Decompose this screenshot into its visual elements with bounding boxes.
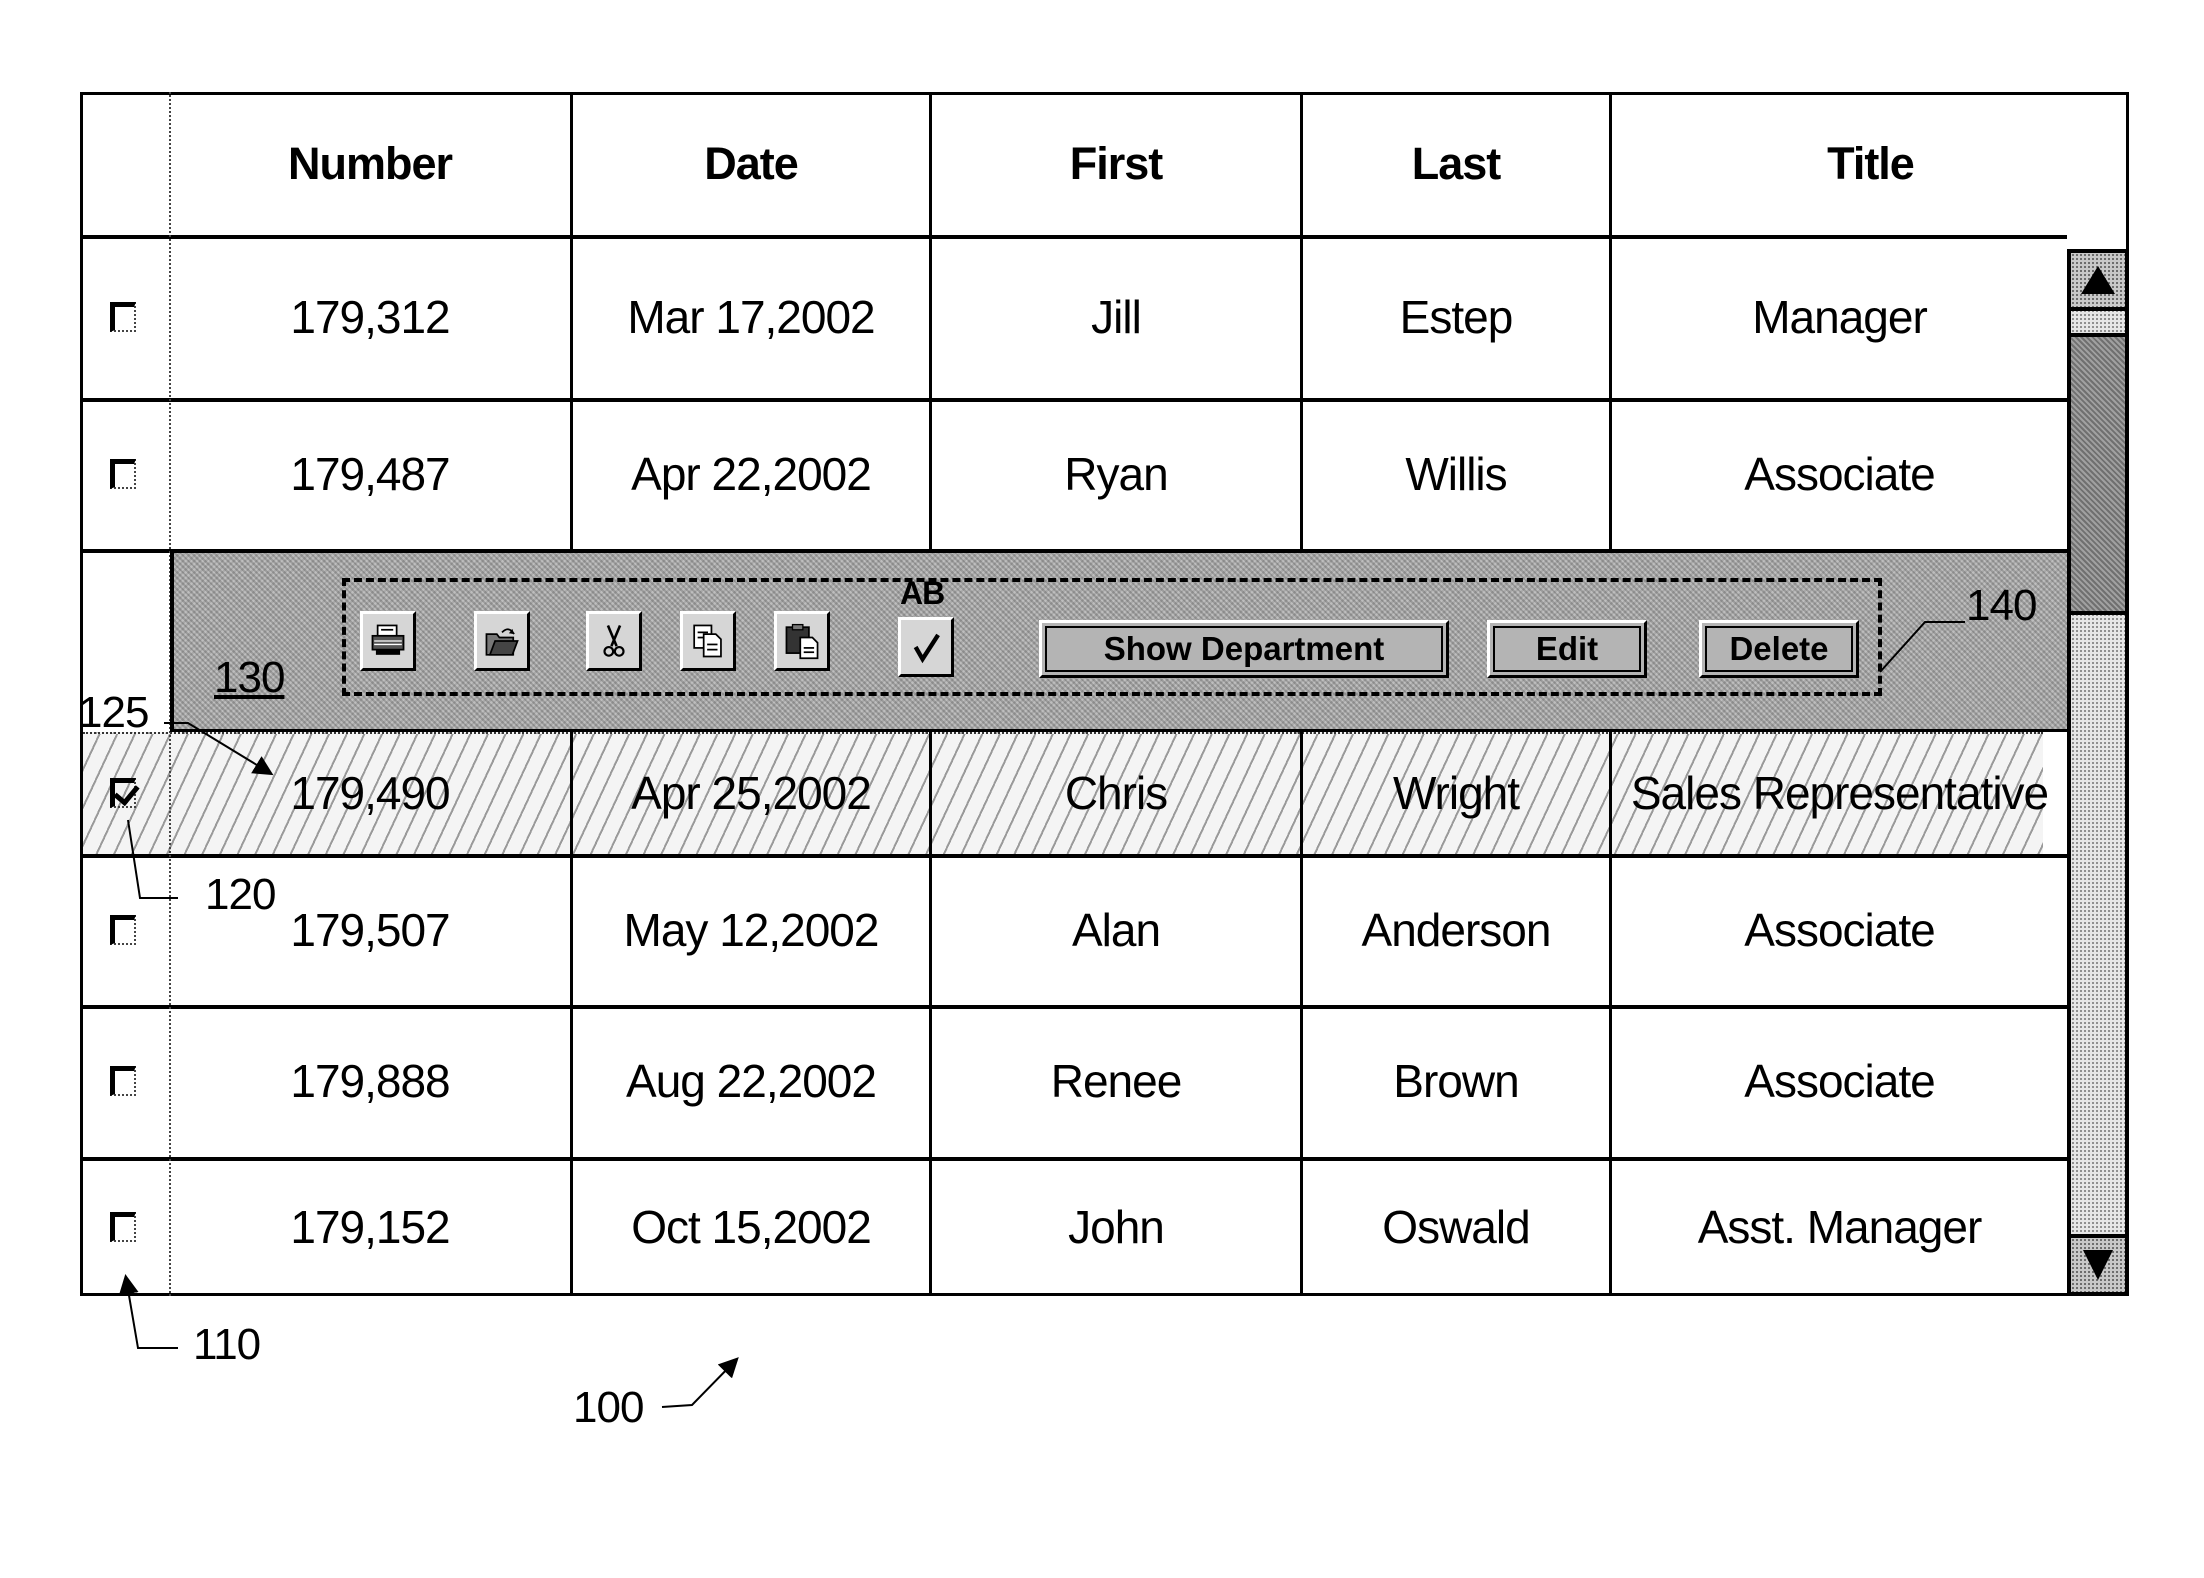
print-icon[interactable] bbox=[360, 611, 416, 671]
cell-last: Wright bbox=[1392, 767, 1520, 819]
scroll-up-button[interactable] bbox=[2071, 253, 2125, 311]
checkbox-reference-label: 120 bbox=[205, 870, 276, 919]
column-header-title[interactable]: Title bbox=[1612, 92, 2129, 235]
column-header-date[interactable]: Date bbox=[573, 92, 929, 235]
cell-title: Asst. Manager bbox=[1697, 1200, 1983, 1253]
cell-first: Jill bbox=[1091, 290, 1142, 343]
cell-date: Apr 22,2002 bbox=[631, 447, 872, 500]
cell-last: Estep bbox=[1399, 290, 1514, 343]
selected-row-reference-label: 125 bbox=[78, 688, 149, 737]
cell-number: 179,487 bbox=[290, 447, 450, 500]
show-department-button[interactable]: Show Department bbox=[1039, 620, 1449, 678]
row-checkbox[interactable] bbox=[110, 458, 136, 489]
column-header-first[interactable]: First bbox=[932, 92, 1300, 235]
cell-date: May 12,2002 bbox=[623, 903, 880, 956]
cell-last: Anderson bbox=[1361, 903, 1552, 956]
cut-icon[interactable] bbox=[586, 611, 642, 671]
row-checkbox[interactable] bbox=[110, 1211, 136, 1242]
cell-first: Renee bbox=[1050, 1055, 1183, 1107]
cell-last: Oswald bbox=[1382, 1200, 1530, 1253]
row-checkbox[interactable] bbox=[110, 778, 136, 808]
cell-date: Mar 17,2002 bbox=[627, 290, 875, 343]
cell-title: Associate bbox=[1744, 903, 1935, 956]
open-folder-icon[interactable] bbox=[474, 611, 530, 671]
cell-first: Chris bbox=[1064, 767, 1168, 819]
edit-button[interactable]: Edit bbox=[1487, 620, 1647, 678]
cell-title: Manager bbox=[1752, 290, 1928, 343]
cell-last: Willis bbox=[1405, 447, 1507, 500]
spell-check-label: AB bbox=[900, 575, 945, 611]
row-checkbox[interactable] bbox=[110, 301, 136, 332]
vertical-scrollbar[interactable] bbox=[2067, 249, 2129, 1296]
spell-check-icon[interactable] bbox=[898, 617, 954, 677]
checkbox-column-reference-label: 110 bbox=[193, 1320, 261, 1369]
cell-date: Aug 22,2002 bbox=[626, 1055, 877, 1107]
scroll-down-button[interactable] bbox=[2071, 1234, 2125, 1292]
cell-first: Ryan bbox=[1064, 447, 1168, 500]
cell-number: 179,888 bbox=[290, 1055, 450, 1107]
toolbar-reference-label: 130 bbox=[214, 653, 285, 702]
scrollbar-thumb[interactable] bbox=[2071, 333, 2125, 615]
column-header-last[interactable]: Last bbox=[1303, 92, 1609, 235]
arrow-down-icon bbox=[2083, 1250, 2113, 1280]
cell-title: Associate bbox=[1744, 1055, 1935, 1107]
leader-100 bbox=[661, 1357, 739, 1408]
cell-last: Brown bbox=[1393, 1055, 1519, 1107]
cell-first: Alan bbox=[1071, 903, 1161, 956]
cell-title: Associate bbox=[1744, 447, 1935, 500]
cell-date: Apr 25,2002 bbox=[631, 767, 872, 819]
cell-first: John bbox=[1068, 1200, 1165, 1253]
cell-number: 179,152 bbox=[290, 1200, 450, 1253]
column-header-number[interactable]: Number bbox=[170, 92, 570, 235]
paste-icon[interactable] bbox=[774, 611, 830, 671]
row-checkbox[interactable] bbox=[110, 914, 136, 945]
cell-date: Oct 15,2002 bbox=[631, 1200, 872, 1253]
button-group-reference-label: 140 bbox=[1966, 581, 2037, 630]
cell-number: 179,312 bbox=[290, 290, 450, 343]
cell-title: Sales Representative bbox=[1630, 767, 2049, 819]
table-reference-label: 100 bbox=[573, 1383, 644, 1432]
arrow-up-icon bbox=[2081, 266, 2115, 294]
copy-icon[interactable] bbox=[680, 611, 736, 671]
cell-number: 179,490 bbox=[290, 767, 450, 819]
row-action-toolbar: AB Show Department Edit Delete 130 140 bbox=[170, 549, 2067, 732]
delete-button[interactable]: Delete bbox=[1699, 620, 1859, 678]
row-checkbox[interactable] bbox=[110, 1066, 136, 1096]
